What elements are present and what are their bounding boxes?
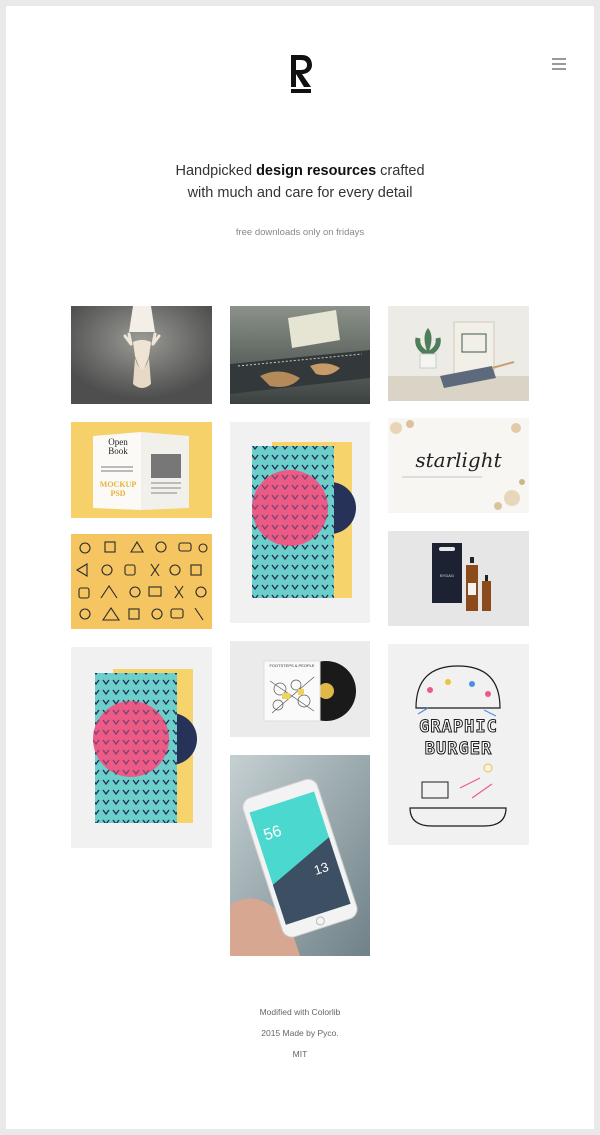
open-book-image — [93, 432, 189, 510]
tile-deer-lamp[interactable] — [71, 306, 212, 404]
tile-cactus-card[interactable] — [388, 306, 529, 401]
tagline-post: crafted — [376, 163, 425, 179]
r-monogram-logo[interactable] — [287, 53, 315, 95]
tile-bottle-mockup[interactable]: BYDAG — [388, 531, 529, 626]
tagline-line-1: Handpicked design resources crafted — [6, 160, 594, 182]
cactus-card-image — [388, 306, 529, 401]
hamburger-menu-icon[interactable] — [552, 58, 566, 70]
menu-bar — [552, 68, 566, 70]
page: Handpicked design resources crafted with… — [6, 6, 594, 1129]
tile-pattern-book-2[interactable] — [71, 647, 212, 848]
menu-bar — [552, 63, 566, 65]
pattern-book-image — [93, 669, 197, 823]
menu-bar — [552, 58, 566, 60]
icon-pattern-image — [75, 540, 208, 621]
vinyl-image — [263, 660, 356, 722]
footer-license[interactable]: MIT — [6, 1049, 594, 1059]
tile-workspace-cards[interactable] — [230, 306, 370, 404]
tile-icon-pattern[interactable] — [71, 534, 212, 629]
bottle-brand: BYDAG — [439, 573, 454, 578]
graphic-burger-text: GRAPHIC BURGER — [388, 716, 529, 760]
vinyl-label: FOOTSTEPS & PEOPLE — [269, 663, 315, 668]
hero-subtitle: free downloads only on fridays — [235, 227, 365, 238]
burger-word: BURGER — [424, 739, 493, 760]
deer-lamp-image — [71, 306, 212, 404]
tile-pattern-book-1[interactable] — [230, 422, 370, 623]
tile-phone-mockup[interactable]: 56 13 — [230, 755, 370, 956]
footer-credit[interactable]: Modified with Colorlib — [6, 1007, 594, 1017]
footer-made-by: 2015 Made by Pyco. — [261, 1028, 339, 1038]
mockup-label: MOCKUP — [99, 480, 137, 489]
psd-label: PSD — [110, 489, 126, 498]
tile-open-book-mockup[interactable]: Open Book MOCKUP PSD — [71, 422, 212, 518]
hero-tagline: Handpicked design resources crafted with… — [6, 160, 594, 204]
mockup-psd-label: MOCKUP PSD — [97, 480, 139, 498]
bottle-image — [432, 543, 491, 611]
workspace-image — [230, 306, 370, 404]
pattern-book-image — [252, 442, 356, 598]
tile-starlight-font[interactable]: starlight — [388, 418, 529, 513]
open-book-title-2: Book — [108, 446, 128, 456]
phone-image — [230, 755, 370, 956]
open-book-title: Open Book — [101, 438, 135, 456]
graphic-word: GRAPHIC — [419, 717, 498, 738]
tagline-pre: Handpicked — [175, 163, 257, 179]
tile-graphic-burger[interactable]: GRAPHIC BURGER — [388, 644, 529, 845]
tagline-bold: design resources — [256, 163, 377, 179]
tagline-line-2: with much and care for every detail — [187, 185, 413, 201]
tile-vinyl-record[interactable]: FOOTSTEPS & PEOPLE — [230, 641, 370, 737]
starlight-title: starlight — [415, 448, 502, 472]
